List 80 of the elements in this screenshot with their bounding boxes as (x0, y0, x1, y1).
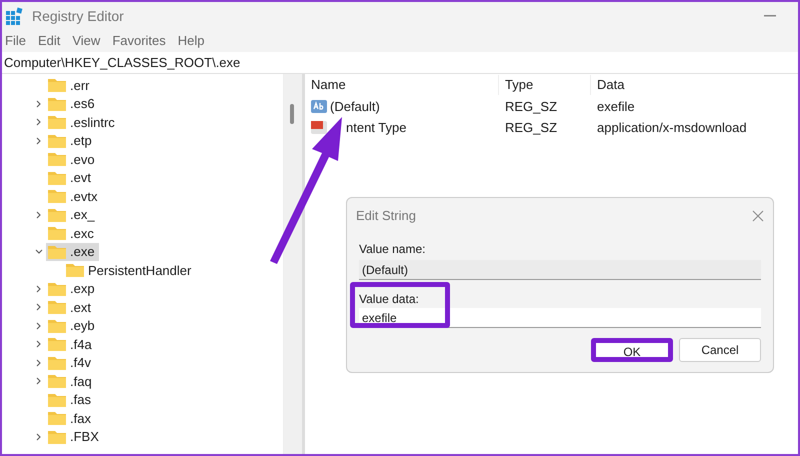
tree-item[interactable]: .f4v (46, 354, 95, 372)
field-label: Value data: (359, 291, 420, 306)
scrollbar[interactable] (284, 74, 302, 454)
table-cell-text: REG_SZ (504, 118, 558, 137)
table-cell-text: REG_SZ (504, 98, 558, 116)
menu-item[interactable]: Favorites (112, 31, 166, 51)
folder-icon (48, 226, 66, 240)
tree-item[interactable]: .es6 (46, 94, 99, 113)
table-cell-text: ntent Type (345, 118, 406, 137)
window-title: Registry Editor (32, 6, 124, 26)
folder-icon (48, 411, 66, 426)
menu-item[interactable]: View (72, 31, 100, 51)
tree-item[interactable]: .evt (46, 168, 95, 187)
tree-item[interactable]: .fax (46, 409, 95, 428)
folder-icon (48, 337, 66, 352)
folder-icon (48, 282, 66, 296)
tree-item[interactable]: .eyb (46, 316, 99, 335)
folder-icon (48, 189, 66, 204)
folder-icon (48, 356, 66, 370)
dialog-button[interactable]: OK (591, 338, 673, 362)
folder-icon (48, 78, 66, 92)
folder-icon (48, 318, 66, 333)
folder-icon (48, 374, 66, 388)
folder-icon (48, 115, 66, 130)
chevron-right-icon[interactable] (35, 136, 43, 145)
table-cell-text: exefile (596, 98, 636, 116)
dialog-title: Edit String (356, 207, 416, 226)
field-label: Value name: (359, 241, 426, 256)
folder-icon (48, 170, 66, 185)
chevron-right-icon[interactable] (35, 303, 43, 312)
minimize-icon[interactable] (764, 15, 776, 17)
folder-icon (48, 392, 66, 407)
tree-item[interactable]: .evo (46, 150, 99, 168)
chevron-right-icon[interactable] (35, 284, 43, 293)
tree-item[interactable]: .FBX (46, 428, 103, 446)
value-name-field[interactable]: (Default) (359, 260, 761, 280)
tree-item[interactable]: .eslintrc (46, 113, 119, 132)
chevron-right-icon[interactable] (35, 432, 43, 441)
tree-item[interactable]: .ex_ (46, 206, 99, 224)
folder-icon (48, 134, 66, 148)
chevron-right-icon[interactable] (35, 210, 43, 219)
folder-icon (48, 208, 66, 222)
menu-item[interactable]: File (5, 31, 26, 51)
tree-item[interactable]: .fas (46, 390, 95, 409)
scrollbar-thumb[interactable] (290, 104, 294, 124)
folder-icon (48, 244, 66, 259)
table-cell-text: application/x-msdownload (596, 118, 748, 137)
tree-item[interactable]: .exp (46, 280, 99, 298)
tree-item[interactable]: .ext (46, 298, 95, 316)
column-header[interactable]: Type (499, 75, 591, 95)
tree-item[interactable]: .exc (46, 224, 98, 242)
chevron-right-icon[interactable] (35, 377, 43, 386)
app-icon (6, 7, 24, 25)
tree-item[interactable]: PersistentHandler (64, 261, 196, 280)
folder-icon (48, 152, 66, 166)
column-header[interactable]: Data (591, 75, 798, 95)
folder-icon (48, 430, 66, 444)
tree-item[interactable]: .etp (46, 132, 96, 150)
chevron-right-icon[interactable] (35, 340, 43, 348)
folder-icon (66, 263, 84, 278)
value-data-field[interactable]: exefile (359, 308, 761, 328)
folder-icon (48, 300, 66, 314)
table-cell-text: (Default) (330, 98, 380, 116)
column-header[interactable]: Name (305, 75, 499, 95)
close-icon[interactable] (752, 210, 764, 222)
chevron-right-icon[interactable] (35, 358, 43, 367)
tree-item[interactable]: .exe (46, 242, 99, 261)
chevron-right-icon[interactable] (35, 322, 43, 330)
tree-item[interactable]: .faq (46, 372, 96, 390)
chevron-right-icon[interactable] (35, 100, 43, 108)
address-bar[interactable]: Computer\HKEY_CLASSES_ROOT\.exe (2, 52, 798, 74)
dialog-button[interactable]: Cancel (679, 338, 761, 362)
tree-item[interactable]: .f4a (46, 335, 96, 354)
tree-item[interactable]: .evtx (46, 187, 102, 206)
tree-item[interactable]: .err (46, 76, 94, 94)
chevron-down-icon[interactable] (35, 248, 43, 256)
menu-item[interactable]: Edit (38, 31, 60, 51)
menu-item[interactable]: Help (178, 31, 205, 51)
chevron-right-icon[interactable] (35, 118, 43, 126)
folder-icon (48, 96, 66, 111)
